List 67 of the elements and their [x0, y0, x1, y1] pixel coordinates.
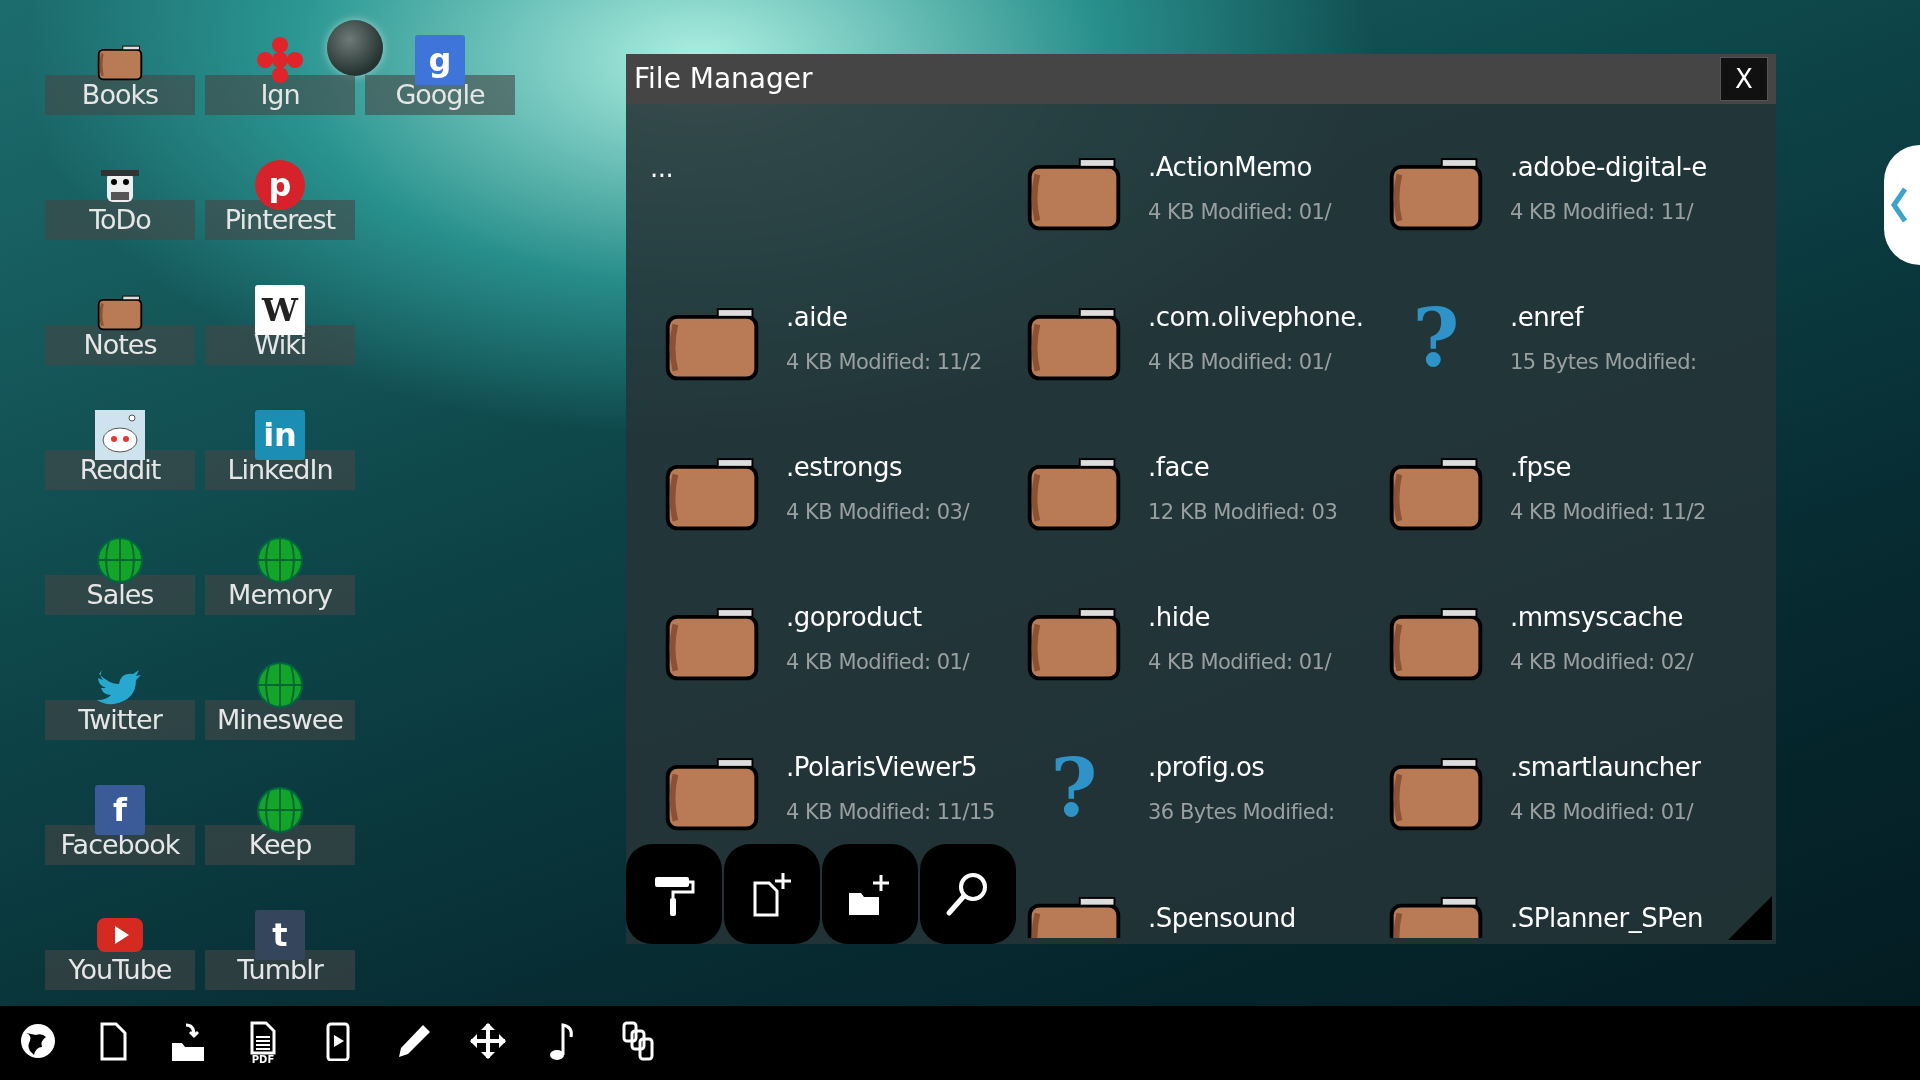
app-label[interactable]: Sales — [45, 575, 195, 615]
file-name[interactable]: .com.olivephone. — [1148, 297, 1364, 337]
file-name[interactable]: .goproduct — [786, 597, 970, 637]
app-label[interactable]: Wiki — [205, 325, 355, 365]
file-name[interactable]: .SPlanner_SPen — [1510, 899, 1703, 938]
file-name[interactable]: .hide — [1148, 597, 1332, 637]
file-details: 4 KB Modified: 03/ — [786, 498, 970, 526]
file-name[interactable]: .mmsyscache — [1510, 597, 1694, 637]
new-file-button[interactable] — [724, 844, 820, 944]
app-label[interactable]: YouTube — [45, 950, 195, 990]
file-name[interactable]: ... — [650, 148, 674, 188]
file-details: 4 KB Modified: 11/2 — [1510, 498, 1706, 526]
file-details: 4 KB Modified: 01/ — [1510, 798, 1695, 826]
app-label[interactable]: Mineswee — [205, 700, 355, 740]
file-name[interactable]: .estrongs — [786, 447, 970, 487]
wikipedia-icon[interactable]: W — [255, 285, 305, 335]
file-details: 4 KB Modified: 01/ — [1148, 198, 1332, 226]
alien-icon[interactable] — [95, 410, 145, 460]
app-label[interactable]: LinkedIn — [205, 450, 355, 490]
pinterest-icon[interactable]: p — [255, 160, 305, 210]
app-label[interactable]: ToDo — [45, 200, 195, 240]
facebook-icon[interactable]: f — [95, 785, 145, 835]
linkedin-icon[interactable]: in — [255, 410, 305, 460]
window-title: File Manager — [634, 61, 813, 97]
file-details: 4 KB Modified: 01/ — [1148, 648, 1332, 676]
file-details: 4 KB Modified: 01/ — [786, 648, 970, 676]
question-mark-icon[interactable]: ? — [1412, 298, 1460, 378]
file-name[interactable]: .fpse — [1510, 447, 1706, 487]
resize-handle-icon[interactable] — [1728, 896, 1772, 940]
globe-icon[interactable] — [18, 1021, 58, 1061]
tumblr-icon[interactable]: t — [255, 910, 305, 960]
new-folder-button[interactable] — [822, 844, 918, 944]
file-name[interactable]: .smartlauncher — [1510, 747, 1701, 787]
google-icon[interactable]: g — [415, 35, 465, 85]
app-label[interactable]: Keep — [205, 825, 355, 865]
file-name[interactable]: .aide — [786, 297, 982, 337]
app-label[interactable]: Reddit — [45, 450, 195, 490]
file-details: 4 KB Modified: 11/2 — [786, 348, 982, 376]
close-button[interactable]: X — [1720, 57, 1768, 101]
paint-roller-button[interactable] — [626, 844, 722, 944]
pdf-label: PDF — [251, 1055, 275, 1065]
file-name[interactable]: .Spensound — [1148, 899, 1296, 938]
file-details: 4 KB Modified: 02/ — [1510, 648, 1694, 676]
file-name[interactable]: .ActionMemo — [1148, 147, 1332, 187]
file-name[interactable]: .adobe-digital-e — [1510, 147, 1707, 187]
file-name[interactable]: .enref — [1510, 297, 1697, 337]
app-label[interactable]: Memory — [205, 575, 355, 615]
file-name[interactable]: .profig.os — [1148, 747, 1335, 787]
move-arrows-icon[interactable] — [468, 1021, 508, 1061]
app-label[interactable]: Tumblr — [205, 950, 355, 990]
file-details: 36 Bytes Modified: — [1148, 798, 1335, 826]
file-details: 4 KB Modified: 01/ — [1148, 348, 1333, 376]
app-label[interactable]: Ign — [205, 75, 355, 115]
app-label[interactable]: Facebook — [45, 825, 195, 865]
app-label[interactable]: Twitter — [45, 700, 195, 740]
file-details: 12 KB Modified: 03 — [1148, 498, 1338, 526]
file-details: 4 KB Modified: 11/15 — [786, 798, 995, 826]
planet-drawing — [327, 20, 383, 76]
file-details: 15 Bytes Modified: — [1510, 348, 1697, 376]
file-name[interactable]: .PolarisViewer5 — [786, 747, 995, 787]
chevron-left-icon — [1890, 187, 1908, 223]
app-label[interactable]: Books — [45, 75, 195, 115]
app-label[interactable]: Notes — [45, 325, 195, 365]
file-name[interactable]: .face — [1148, 447, 1338, 487]
question-mark-icon[interactable]: ? — [1050, 748, 1098, 828]
search-button[interactable] — [920, 844, 1016, 944]
file-details: 4 KB Modified: 11/ — [1510, 198, 1695, 226]
